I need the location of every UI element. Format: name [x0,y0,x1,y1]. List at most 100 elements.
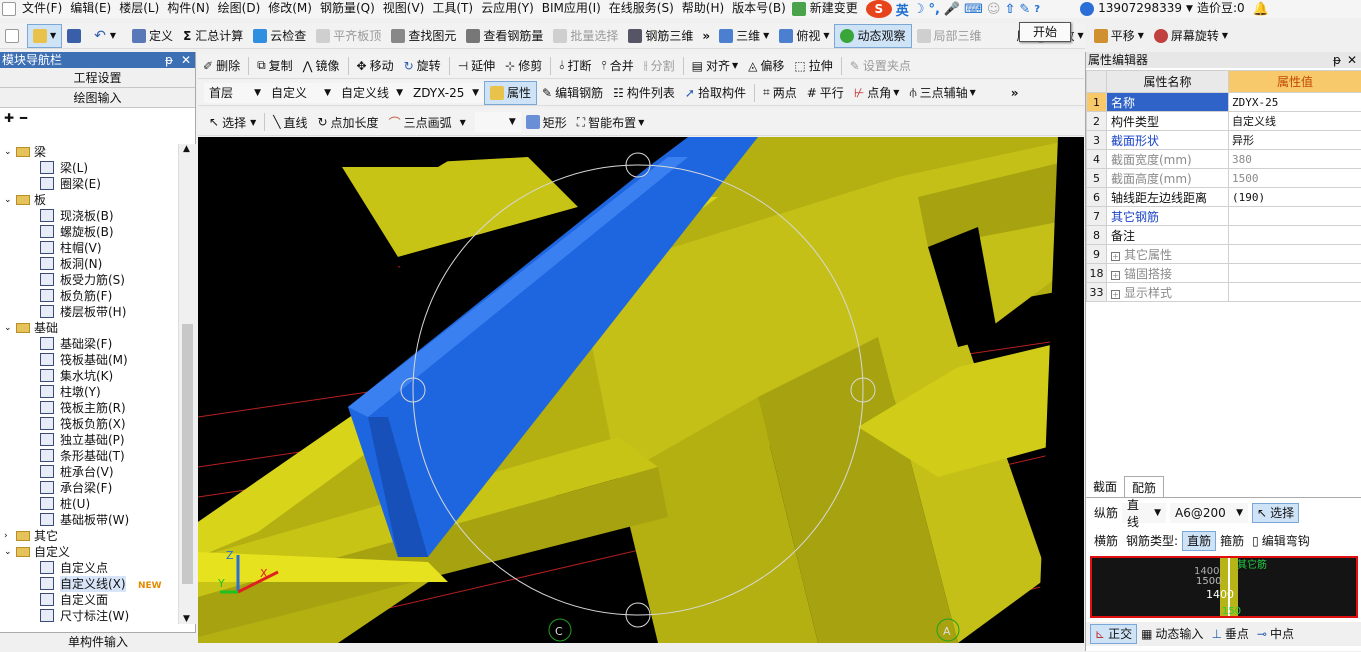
tree-item[interactable]: 承台梁(F) [0,480,178,496]
edit-hook-button[interactable]: ▯编辑弯钩 [1248,531,1314,551]
tree-folder[interactable]: ›其它 [0,528,178,544]
tree-item[interactable]: 板洞(N) [0,256,178,272]
pan-button[interactable]: 平移▼ [1089,24,1149,48]
menu-draw[interactable]: 绘图(D) [214,0,265,18]
expand-all-icon[interactable]: ✚ [4,111,14,125]
collapse-icon[interactable]: ⌄ [4,320,14,336]
tree-folder[interactable]: ⌄自定义 [0,544,178,560]
top-view-button[interactable]: 俯视▼ [774,24,834,48]
menu-cloud[interactable]: 云应用(Y) [477,0,538,18]
menu-element[interactable]: 构件(N) [163,0,213,18]
collapse-icon[interactable]: ⌄ [4,144,14,160]
menu-online[interactable]: 在线服务(S) [605,0,678,18]
menu-view[interactable]: 视图(V) [379,0,429,18]
open-button[interactable]: ▼ [27,24,62,48]
tree-item[interactable]: 桩(U) [0,496,178,512]
drawing-input-button[interactable]: 绘图输入 [0,88,195,108]
straight-rebar-button[interactable]: 直筋 [1182,531,1216,551]
hoop-label[interactable]: 横筋 [1090,531,1122,551]
menu-tools[interactable]: 工具(T) [428,0,477,18]
overflow-chevron-icon[interactable]: » [702,29,710,43]
tree-item[interactable]: 柱墩(Y) [0,384,178,400]
tree-item[interactable]: 螺旋板(B) [0,224,178,240]
ortho-button[interactable]: ⊾正交 [1090,624,1137,644]
long-rebar-label[interactable]: 纵筋 [1090,503,1122,523]
dynamic-observe-button[interactable]: 动态观察 [834,24,911,48]
pin-icon[interactable]: ᵽ [165,52,173,68]
save-button[interactable] [62,24,89,48]
tree-item[interactable]: 独立基础(P) [0,432,178,448]
tree-item[interactable]: 板受力筋(S) [0,272,178,288]
property-row[interactable]: 7其它钢筋 [1087,207,1361,226]
new-button[interactable] [0,24,27,48]
element-select[interactable]: ZDYX-25▼ [408,83,484,103]
line-button[interactable]: ╲直线 [268,110,312,134]
overflow-chevron-icon[interactable]: » [1011,86,1019,100]
three-point-arc-button[interactable]: ⌒三点画弧▼ [384,110,471,134]
rebar-3d-button[interactable]: 钢筋三维 [623,24,698,48]
collapse-all-icon[interactable]: ━ [20,111,27,125]
project-settings-button[interactable]: 工程设置 [0,68,195,88]
help-icon[interactable]: ? [1034,4,1040,15]
tree-item[interactable]: 自定义线(X)NEW [0,576,178,592]
menu-rebar-qty[interactable]: 钢筋量(Q) [316,0,379,18]
stretch-button[interactable]: ⬚拉伸 [789,54,837,78]
tree-item[interactable]: 现浇板(B) [0,208,178,224]
new-file-icon[interactable] [2,2,16,16]
property-value[interactable] [1229,264,1361,283]
tree-folder[interactable]: ⌄梁 [0,144,178,160]
properties-button[interactable]: 属性 [484,81,537,105]
start-tooltip[interactable]: 开始 [1019,22,1071,42]
tree-item[interactable]: 筏板负筋(X) [0,416,178,432]
flat-board-top-button[interactable]: 平齐板顶 [311,24,386,48]
element-list-button[interactable]: ☷构件列表 [608,81,680,105]
tree-item[interactable]: 基础梁(F) [0,336,178,352]
break-button[interactable]: ⫰打断 [554,54,596,78]
3d-viewport[interactable]: Z X Y C A [198,137,1084,643]
moon-icon[interactable]: ☽ [913,2,925,17]
dynamic-input-button[interactable]: ▦动态输入 [1137,624,1207,644]
close-icon[interactable]: ✕ [1347,52,1357,68]
property-value[interactable]: ZDYX-25 [1229,93,1361,112]
merge-button[interactable]: ⫯合并 [596,54,638,78]
move-button[interactable]: ✥移动 [352,54,399,78]
tree-item[interactable]: 集水坑(K) [0,368,178,384]
midpoint-button[interactable]: ⊸中点 [1253,624,1298,644]
upload-icon[interactable]: ⇧ [1004,2,1015,17]
point-length-button[interactable]: ↻点加长度 [312,110,383,134]
menu-floor[interactable]: 楼层(L) [115,0,163,18]
copy-button[interactable]: ⧉复制 [252,54,298,78]
mic-icon[interactable]: 🎤 [944,2,960,17]
menu-file[interactable]: 文件(F) [18,0,66,18]
rebar-preview[interactable]: 1400 其它筋 1500 1400 150 [1090,556,1358,618]
expand-icon[interactable]: + [1111,290,1120,299]
collapse-icon[interactable]: ⌄ [4,192,14,208]
rebar-mode-select[interactable]: 直线▼ [1122,503,1166,523]
property-row[interactable]: 2构件类型自定义线 [1087,112,1361,131]
tree-folder[interactable]: ⌄板 [0,192,178,208]
mirror-button[interactable]: ⋀镜像 [298,54,345,78]
tree-item[interactable]: 筏板基础(M) [0,352,178,368]
point-angle-button[interactable]: ⊬点角▼ [849,81,905,105]
tree-item[interactable]: 桩承台(V) [0,464,178,480]
expand-icon[interactable]: › [4,528,14,544]
screen-rotate-button[interactable]: 屏幕旋转▼ [1149,24,1233,48]
expand-icon[interactable]: + [1111,252,1120,261]
type-select[interactable]: 自定义线▼ [336,83,408,103]
tree-item[interactable]: 板负筋(F) [0,288,178,304]
extend-button[interactable]: ⊣延伸 [453,54,500,78]
view-rebar-button[interactable]: 查看钢筋量 [461,24,548,48]
tree-item[interactable]: 筏板主筋(R) [0,400,178,416]
expand-icon[interactable]: + [1111,271,1120,280]
split-button[interactable]: ⫲分割 [639,54,680,78]
property-value[interactable]: 自定义线 [1229,112,1361,131]
offset-button[interactable]: ◬偏移 [743,54,789,78]
tab-section[interactable]: 截面 [1086,476,1124,497]
property-value[interactable] [1229,207,1361,226]
ime-language-indicator[interactable]: 英 [896,0,909,19]
two-points-button[interactable]: ⌗两点 [758,81,802,105]
wrench-icon[interactable]: ✎ [1019,2,1030,17]
property-value[interactable]: 1500 [1229,169,1361,188]
tab-rebar[interactable]: 配筋 [1124,476,1164,497]
tree-scrollbar[interactable]: ▲ ▼ [178,144,196,624]
